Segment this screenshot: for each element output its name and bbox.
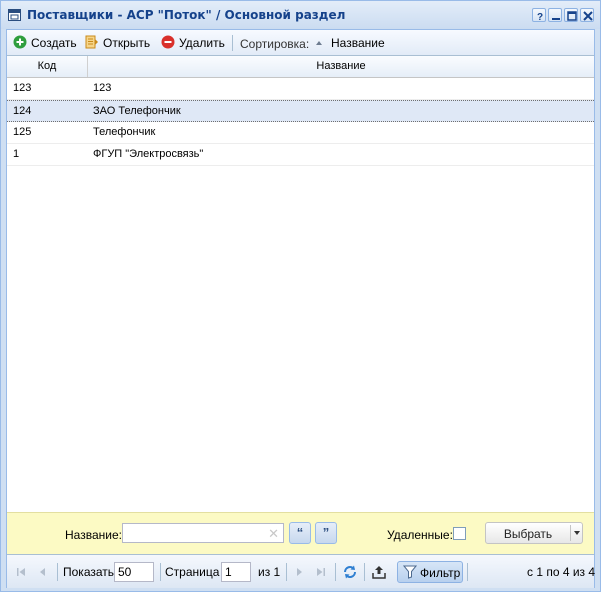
column-header-name[interactable]: Название bbox=[88, 56, 594, 77]
page-size-input[interactable]: 50 bbox=[114, 562, 154, 582]
records-summary: с 1 по 4 из 4 bbox=[527, 565, 596, 579]
sort-by-name-button[interactable]: Название bbox=[315, 34, 385, 52]
pager-separator bbox=[286, 563, 287, 581]
cell-name: Телефончик bbox=[93, 126, 156, 138]
filter-label: Фильтр bbox=[420, 566, 461, 580]
window-title: Поставщики - АСР "Поток" / Основной разд… bbox=[27, 8, 346, 22]
prev-page-icon[interactable] bbox=[35, 564, 51, 580]
pager-separator bbox=[335, 563, 336, 581]
grid-header: Код Название bbox=[7, 56, 594, 78]
toolbar-separator bbox=[232, 35, 233, 51]
cell-code: 125 bbox=[13, 126, 32, 138]
page-number-input[interactable]: 1 bbox=[221, 562, 251, 582]
cell-code: 1 bbox=[13, 148, 20, 160]
window-app-icon bbox=[8, 9, 21, 21]
name-filter-input[interactable]: ✕ bbox=[122, 523, 284, 543]
svg-text:?: ? bbox=[537, 12, 543, 21]
next-page-icon[interactable] bbox=[291, 564, 307, 580]
maximize-button[interactable] bbox=[564, 8, 578, 22]
minimize-button[interactable] bbox=[548, 8, 562, 22]
table-row[interactable]: 1 ФГУП "Электросвязь" bbox=[7, 144, 594, 166]
open-document-icon bbox=[85, 35, 99, 52]
cell-name: ЗАО Телефончик bbox=[93, 105, 181, 117]
help-button[interactable]: ? bbox=[532, 8, 546, 22]
deleted-label: Удаленные: bbox=[387, 528, 453, 542]
title-bar[interactable]: Поставщики - АСР "Поток" / Основной разд… bbox=[1, 1, 600, 29]
delete-button[interactable]: Удалить bbox=[161, 34, 225, 52]
cell-name: 123 bbox=[93, 82, 112, 94]
last-page-icon[interactable] bbox=[313, 564, 329, 580]
toolbar: Создать Открыть Удалить Сортировка: Назв… bbox=[7, 30, 594, 56]
suppliers-window: Поставщики - АСР "Поток" / Основной разд… bbox=[0, 0, 601, 592]
delete-label: Удалить bbox=[179, 36, 225, 50]
funnel-icon bbox=[402, 565, 418, 582]
split-divider bbox=[570, 525, 571, 541]
close-button[interactable] bbox=[580, 8, 594, 22]
first-page-icon[interactable] bbox=[13, 564, 29, 580]
table-row[interactable]: 125 Телефончик bbox=[7, 122, 594, 144]
open-button[interactable]: Открыть bbox=[85, 34, 150, 52]
pager-separator bbox=[57, 563, 58, 581]
cell-code: 123 bbox=[13, 82, 32, 94]
select-label: Выбрать bbox=[503, 527, 553, 541]
grid-body: 123 123 124 ЗАО Телефончик 125 Телефончи… bbox=[7, 78, 594, 166]
create-button[interactable]: Создать bbox=[13, 34, 77, 52]
main-panel: Создать Открыть Удалить Сортировка: Назв… bbox=[6, 29, 595, 588]
show-label: Показать bbox=[63, 565, 115, 579]
chevron-down-icon[interactable] bbox=[574, 531, 580, 535]
page-count-label: из 1 bbox=[258, 565, 281, 579]
open-quote-button[interactable]: “ bbox=[289, 522, 311, 544]
filter-panel: Название: ✕ “ ” Удаленные: Выбрать bbox=[7, 512, 594, 554]
page-label: Страница bbox=[165, 565, 220, 579]
deleted-checkbox[interactable] bbox=[453, 527, 466, 540]
pager-separator bbox=[364, 563, 365, 581]
create-label: Создать bbox=[31, 36, 77, 50]
clear-icon[interactable]: ✕ bbox=[268, 526, 279, 542]
add-icon bbox=[13, 35, 27, 52]
sort-label: Сортировка: bbox=[240, 37, 310, 51]
table-row[interactable]: 123 123 bbox=[7, 78, 594, 100]
delete-icon bbox=[161, 35, 175, 52]
open-label: Открыть bbox=[103, 36, 151, 50]
pager-separator bbox=[467, 563, 468, 581]
name-filter-label: Название: bbox=[65, 528, 122, 542]
refresh-icon[interactable] bbox=[342, 564, 358, 580]
export-icon[interactable] bbox=[371, 564, 387, 580]
pager-separator bbox=[160, 563, 161, 581]
column-header-code[interactable]: Код bbox=[7, 56, 87, 77]
table-row-selected[interactable]: 124 ЗАО Телефончик bbox=[7, 100, 594, 122]
cell-name: ФГУП "Электросвязь" bbox=[93, 148, 204, 160]
select-split-button[interactable]: Выбрать bbox=[485, 522, 583, 544]
pagination-bar: Показать 50 Страница 1 из 1 Фильтр с 1 п… bbox=[7, 554, 596, 588]
sort-ascending-icon bbox=[315, 36, 323, 50]
sort-field-label: Название bbox=[331, 36, 385, 50]
close-quote-button[interactable]: ” bbox=[315, 522, 337, 544]
cell-code: 124 bbox=[13, 105, 32, 117]
filter-toggle-button[interactable]: Фильтр bbox=[397, 561, 463, 583]
